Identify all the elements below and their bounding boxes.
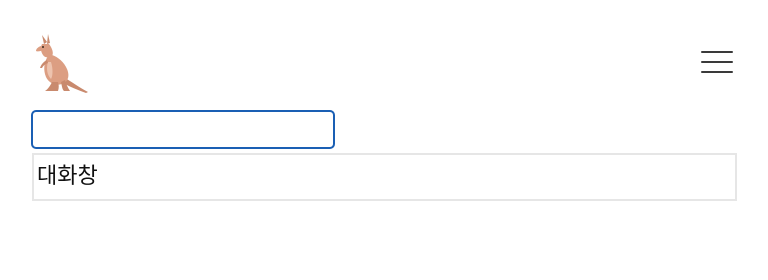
page: 대화창	[0, 0, 768, 280]
text-input[interactable]	[31, 110, 335, 149]
kangaroo-icon	[36, 34, 88, 93]
chat-box[interactable]: 대화창	[32, 153, 737, 201]
chat-label: 대화창	[37, 164, 98, 189]
hamburger-menu-icon[interactable]	[696, 46, 738, 80]
menu-bar	[701, 71, 733, 73]
menu-bar	[701, 51, 733, 53]
menu-bar	[701, 61, 733, 63]
